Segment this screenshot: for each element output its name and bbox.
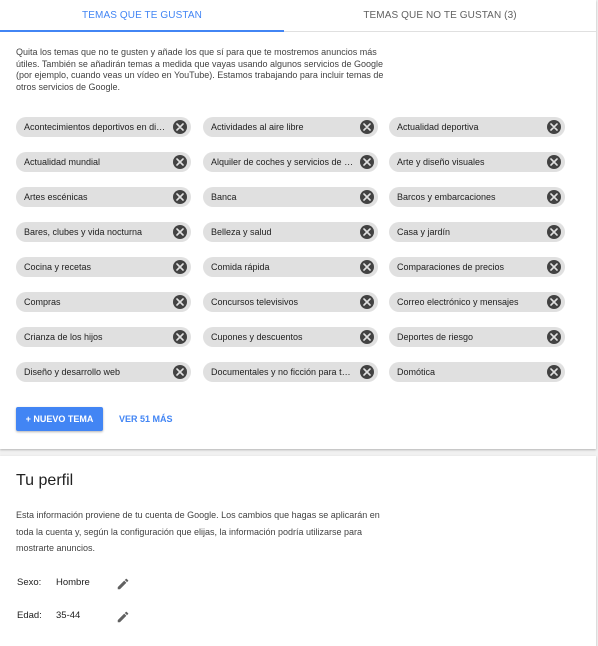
topic-chip[interactable]: Barcos y embarcaciones	[389, 187, 565, 207]
remove-topic-icon[interactable]	[173, 225, 187, 239]
remove-topic-icon[interactable]	[173, 190, 187, 204]
topic-chip[interactable]: Alquiler de coches y servicios de taxi	[203, 152, 378, 172]
remove-topic-icon[interactable]	[547, 295, 561, 309]
topic-chip[interactable]: Bares, clubes y vida nocturna	[16, 222, 191, 242]
topic-chip-label: Diseño y desarrollo web	[24, 367, 121, 377]
profile-card: Tu perfil Esta información proviene de t…	[0, 456, 596, 646]
pencil-icon[interactable]	[116, 610, 130, 624]
topic-chip-label: Documentales y no ficción para televisió…	[211, 367, 354, 377]
topic-chip[interactable]: Concursos televisivos	[203, 292, 378, 312]
topic-chip[interactable]: Acontecimientos deportivos en directo	[16, 117, 191, 137]
pencil-icon[interactable]	[116, 577, 130, 591]
remove-topic-icon[interactable]	[547, 155, 561, 169]
topic-chip-label: Concursos televisivos	[211, 297, 299, 307]
remove-topic-icon[interactable]	[173, 295, 187, 309]
topic-chip-label: Comida rápida	[211, 262, 270, 272]
topic-chip[interactable]: Cocina y recetas	[16, 257, 191, 277]
topic-chip[interactable]: Crianza de los hijos	[16, 327, 191, 347]
remove-topic-icon[interactable]	[360, 120, 374, 134]
profile-description: Esta información proviene de tu cuenta d…	[16, 510, 380, 553]
topic-chip-label: Actividades al aire libre	[211, 122, 304, 132]
topic-chip-label: Crianza de los hijos	[24, 332, 103, 342]
gender-value: Hombre	[56, 577, 90, 588]
topic-chip-label: Correo electrónico y mensajes	[397, 297, 519, 307]
topic-chip[interactable]: Casa y jardín	[389, 222, 565, 242]
remove-topic-icon[interactable]	[360, 365, 374, 379]
topic-chip-label: Belleza y salud	[211, 227, 272, 237]
remove-topic-icon[interactable]	[360, 295, 374, 309]
remove-topic-icon[interactable]	[360, 155, 374, 169]
topic-chip[interactable]: Documentales y no ficción para televisió…	[203, 362, 378, 382]
topic-chip-label: Arte y diseño visuales	[397, 157, 485, 167]
topic-chip-label: Actualidad deportiva	[397, 122, 479, 132]
remove-topic-icon[interactable]	[547, 365, 561, 379]
remove-topic-icon[interactable]	[173, 120, 187, 134]
topic-chip[interactable]: Comparaciones de precios	[389, 257, 565, 277]
profile-title: Tu perfil	[16, 472, 74, 489]
remove-topic-icon[interactable]	[547, 330, 561, 344]
topic-chip-label: Artes escénicas	[24, 192, 88, 202]
topic-chip[interactable]: Artes escénicas	[16, 187, 191, 207]
topic-chip[interactable]: Comida rápida	[203, 257, 378, 277]
remove-topic-icon[interactable]	[173, 260, 187, 274]
topics-card: TEMAS QUE TE GUSTAN TEMAS QUE NO TE GUST…	[0, 0, 596, 449]
topic-chip-label: Domótica	[397, 367, 436, 377]
topic-chip[interactable]: Actualidad mundial	[16, 152, 191, 172]
remove-topic-icon[interactable]	[547, 260, 561, 274]
remove-topic-icon[interactable]	[173, 155, 187, 169]
topic-chip[interactable]: Deportes de riesgo	[389, 327, 565, 347]
remove-topic-icon[interactable]	[360, 330, 374, 344]
gender-label: Sexo:	[17, 577, 42, 588]
topics-intro: Quita los temas que no te gusten y añade…	[16, 47, 384, 92]
remove-topic-icon[interactable]	[173, 365, 187, 379]
topic-chip-label: Banca	[211, 192, 237, 202]
topic-chip-label: Comparaciones de precios	[397, 262, 505, 272]
topic-chip[interactable]: Diseño y desarrollo web	[16, 362, 191, 382]
add-topic-button[interactable]: + NUEVO TEMA	[16, 407, 103, 431]
topic-chip-label: Actualidad mundial	[24, 157, 101, 167]
topic-chip-label: Alquiler de coches y servicios de taxi	[211, 157, 354, 167]
tab-liked-topics[interactable]: TEMAS QUE TE GUSTAN	[0, 0, 284, 32]
topics-tabs: TEMAS QUE TE GUSTAN TEMAS QUE NO TE GUST…	[0, 0, 596, 32]
topic-chip-label: Bares, clubes y vida nocturna	[24, 227, 143, 237]
remove-topic-icon[interactable]	[547, 120, 561, 134]
topic-chip[interactable]: Compras	[16, 292, 191, 312]
remove-topic-icon[interactable]	[360, 260, 374, 274]
topic-chip-label: Barcos y embarcaciones	[397, 192, 496, 202]
tab-disliked-topics[interactable]: TEMAS QUE NO TE GUSTAN (3)	[284, 0, 596, 32]
remove-topic-icon[interactable]	[173, 330, 187, 344]
see-more-button[interactable]: VER 51 MÁS	[119, 407, 173, 431]
age-label: Edad:	[17, 610, 42, 621]
topic-chip[interactable]: Arte y diseño visuales	[389, 152, 565, 172]
topic-chip[interactable]: Banca	[203, 187, 378, 207]
topic-chip-label: Cupones y descuentos	[211, 332, 303, 342]
topic-chip-label: Acontecimientos deportivos en directo	[24, 122, 167, 132]
remove-topic-icon[interactable]	[360, 225, 374, 239]
topic-chip[interactable]: Belleza y salud	[203, 222, 378, 242]
remove-topic-icon[interactable]	[547, 190, 561, 204]
topic-chip[interactable]: Cupones y descuentos	[203, 327, 378, 347]
remove-topic-icon[interactable]	[360, 190, 374, 204]
topic-chip-label: Cocina y recetas	[24, 262, 92, 272]
age-value: 35-44	[56, 610, 81, 621]
topic-chip[interactable]: Actualidad deportiva	[389, 117, 565, 137]
topic-chip-label: Deportes de riesgo	[397, 332, 474, 342]
topic-chip-label: Casa y jardín	[397, 227, 451, 237]
remove-topic-icon[interactable]	[547, 225, 561, 239]
topic-chip[interactable]: Domótica	[389, 362, 565, 382]
topic-chip-label: Compras	[24, 297, 61, 307]
topic-chip[interactable]: Correo electrónico y mensajes	[389, 292, 565, 312]
topic-chip[interactable]: Actividades al aire libre	[203, 117, 378, 137]
